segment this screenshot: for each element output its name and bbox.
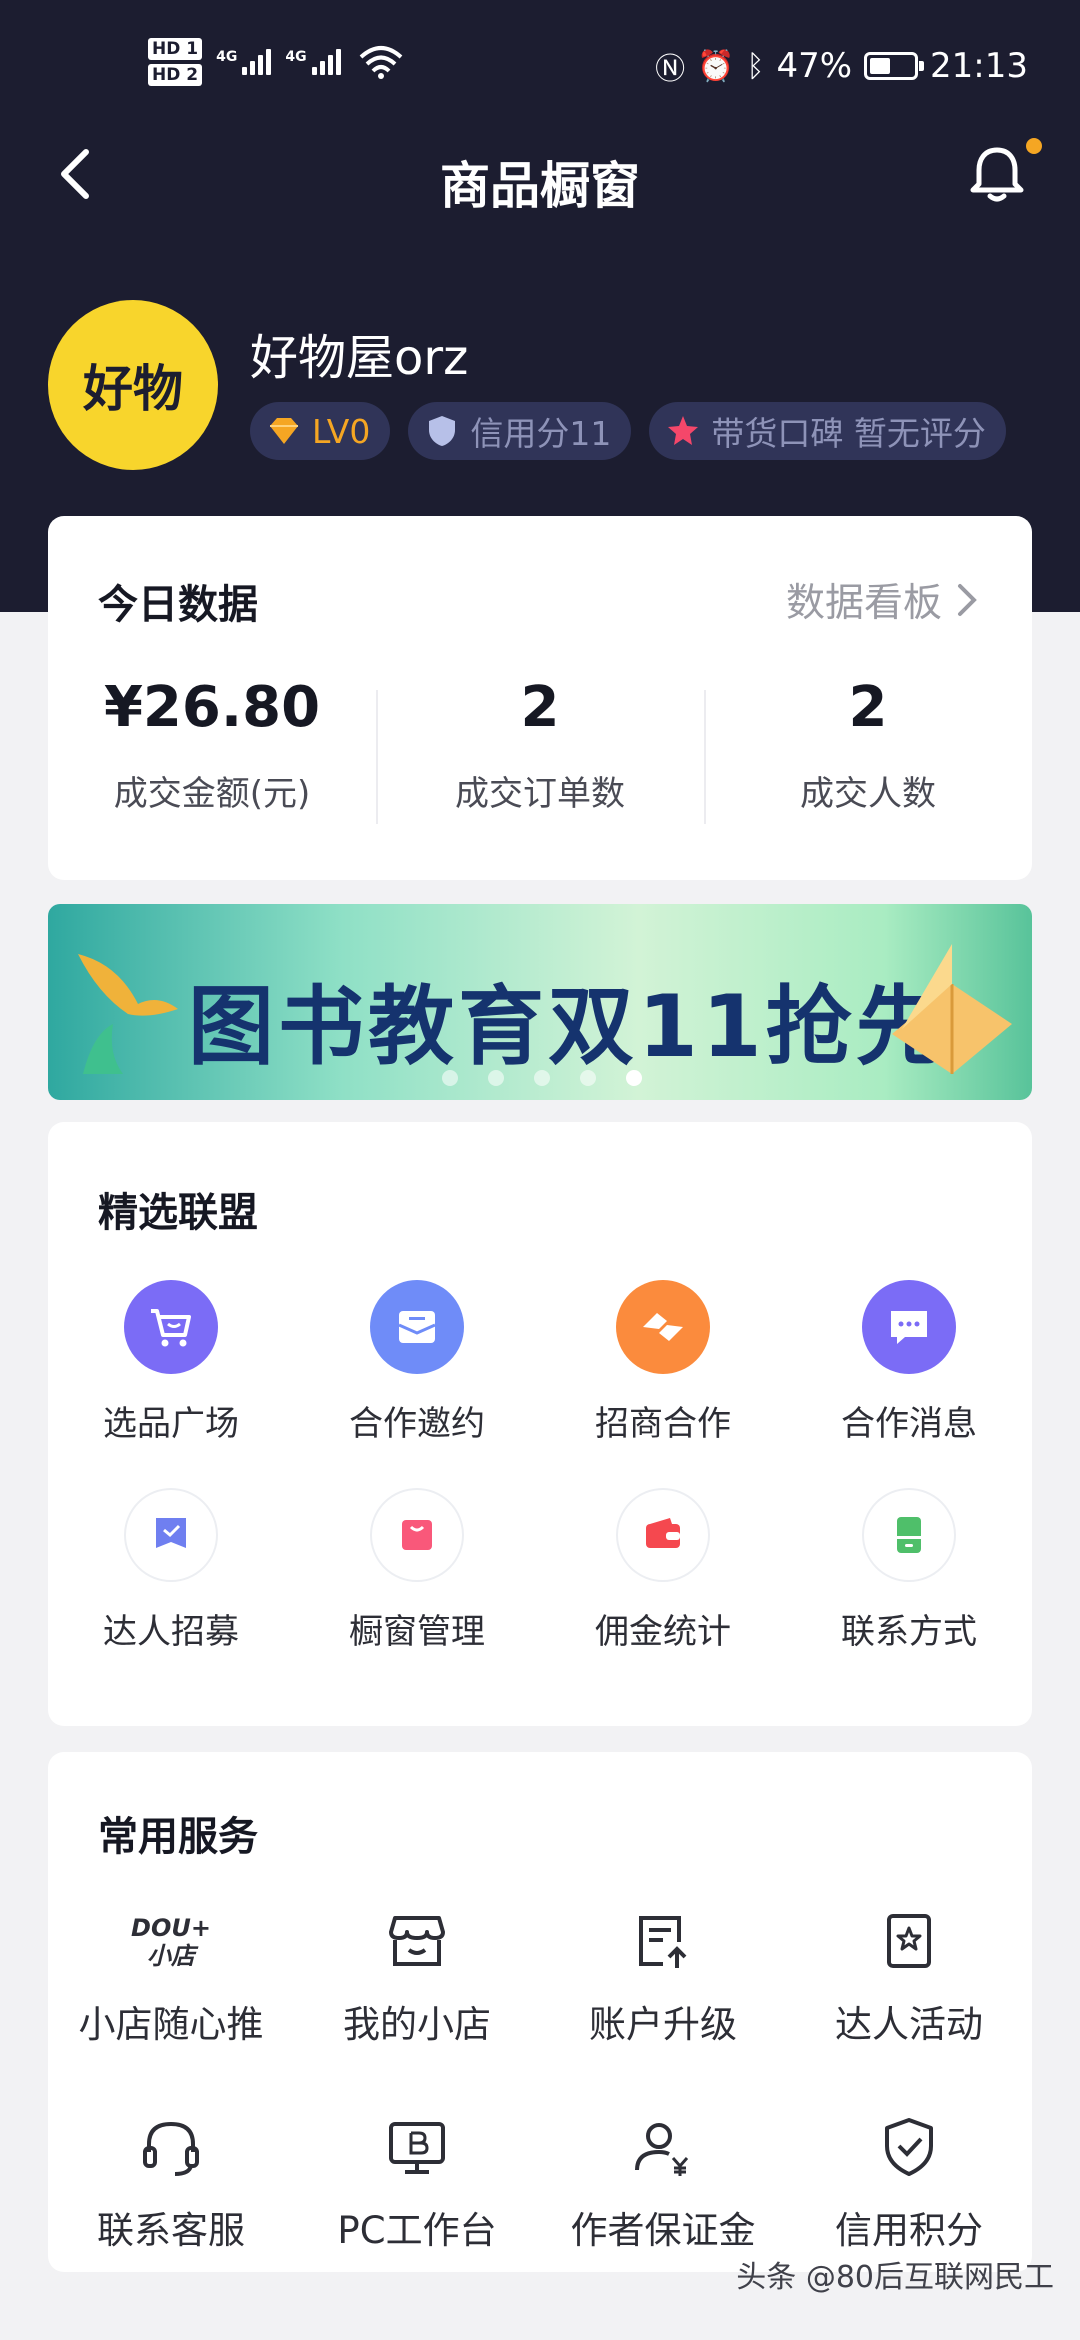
service-shop-promote[interactable]: DOU+ 小店 小店随心推 <box>48 1902 294 2092</box>
hd1-indicator: HD 1 <box>148 38 203 60</box>
carousel-dot[interactable] <box>626 1070 642 1086</box>
wallet-icon <box>616 1488 710 1582</box>
notification-dot <box>1026 138 1042 154</box>
alliance-title: 精选联盟 <box>98 1190 258 1236</box>
dashboard-link[interactable]: 数据看板 <box>786 572 978 628</box>
stat-orders[interactable]: 2 成交订单数 <box>376 668 704 824</box>
stat-gmv[interactable]: ¥26.80 成交金额(元) <box>48 668 376 815</box>
battery-percent: 47% <box>776 46 853 86</box>
alliance-item-commission-stats[interactable]: 佣金统计 <box>540 1488 786 1668</box>
cart-icon <box>124 1280 218 1374</box>
handshake-icon <box>616 1280 710 1374</box>
signal-icon: 4G <box>216 49 272 75</box>
diamond-icon <box>270 418 298 444</box>
star-icon <box>668 416 699 445</box>
headset-icon <box>143 2121 199 2176</box>
reputation-badge[interactable]: 带货口碑 暂无评分 <box>649 402 1006 460</box>
star-bookmark-icon <box>887 1914 931 1968</box>
shield-check-icon <box>885 2118 933 2176</box>
nfc-icon: Ⓝ <box>655 52 686 87</box>
store-icon <box>389 1916 445 1966</box>
bird-illustration <box>78 954 178 1074</box>
book-illustration <box>892 944 1012 1074</box>
service-my-shop[interactable]: 我的小店 <box>294 1902 540 2092</box>
avatar[interactable]: 好物 <box>48 300 218 470</box>
service-account-upgrade[interactable]: 账户升级 <box>540 1902 786 2092</box>
bluetooth-icon: ᛒ <box>746 48 765 84</box>
alliance-item-window-management[interactable]: 橱窗管理 <box>294 1488 540 1668</box>
credit-badge[interactable]: 信用分11 <box>408 402 632 460</box>
message-icon <box>862 1280 956 1374</box>
phone-icon <box>862 1488 956 1582</box>
bell-icon[interactable] <box>962 138 1032 208</box>
battery-icon <box>864 52 925 80</box>
promo-banner[interactable]: 图书教育双11抢先购 <box>48 904 1032 1100</box>
alliance-card: 精选联盟 选品广场 合作邀约 招商合作 合作消息 达人招募 橱窗管理 佣金统计 … <box>48 1122 1032 1726</box>
carousel-dot[interactable] <box>442 1070 458 1086</box>
shield-icon <box>429 416 456 446</box>
monitor-icon <box>389 2122 445 2174</box>
signal-icon: 4G <box>285 49 341 75</box>
today-data-title: 今日数据 <box>98 582 258 628</box>
envelope-icon <box>370 1280 464 1374</box>
hd2-indicator: HD 2 <box>148 64 203 86</box>
dou-shop-icon: DOU+ 小店 <box>131 1914 211 1970</box>
carousel-dot[interactable] <box>580 1070 596 1086</box>
today-data-card: 今日数据 数据看板 ¥26.80 成交金额(元) 2 成交订单数 2 成交人数 <box>48 516 1032 880</box>
clock: 21:13 <box>930 46 1028 86</box>
service-customer-support[interactable]: 联系客服 <box>48 2108 294 2298</box>
account-upgrade-icon <box>639 1916 687 1968</box>
alliance-item-product-plaza[interactable]: 选品广场 <box>48 1280 294 1460</box>
status-bar: HD 1 HD 2 4G 4G Ⓝ ⏰ ᛒ 47% 21:13 <box>0 28 1080 108</box>
services-title: 常用服务 <box>98 1814 258 1860</box>
level-badge[interactable]: LV0 <box>250 402 391 460</box>
alliance-item-talent-recruit[interactable]: 达人招募 <box>48 1488 294 1668</box>
carousel-dot[interactable] <box>534 1070 550 1086</box>
bag-icon <box>370 1488 464 1582</box>
alliance-item-contact[interactable]: 联系方式 <box>786 1488 1032 1668</box>
service-pc-workbench[interactable]: PC工作台 <box>294 2108 540 2298</box>
page-title: 商品橱窗 <box>440 157 640 215</box>
chevron-right-icon <box>958 584 977 616</box>
services-card: 常用服务 DOU+ 小店 小店随心推 我的小店 账户升级 达人活动 联系客服 P… <box>48 1752 1032 2272</box>
service-talent-activity[interactable]: 达人活动 <box>786 1902 1032 2092</box>
alarm-icon: ⏰ <box>697 48 735 84</box>
carousel-dot[interactable] <box>488 1070 504 1086</box>
shop-name: 好物屋orz <box>250 330 469 386</box>
alliance-item-invitations[interactable]: 合作邀约 <box>294 1280 540 1460</box>
alliance-item-messages[interactable]: 合作消息 <box>786 1280 1032 1460</box>
wifi-icon <box>359 46 402 79</box>
carousel-dots <box>48 1070 1032 1086</box>
watermark: 头条 @80后互联网民工 <box>736 2260 1054 2295</box>
stat-buyers[interactable]: 2 成交人数 <box>704 668 1032 824</box>
user-yen-icon <box>635 2123 689 2176</box>
ribbon-icon <box>124 1488 218 1582</box>
alliance-item-merchant-cooperation[interactable]: 招商合作 <box>540 1280 786 1460</box>
nav-bar: 商品橱窗 <box>0 130 1080 226</box>
